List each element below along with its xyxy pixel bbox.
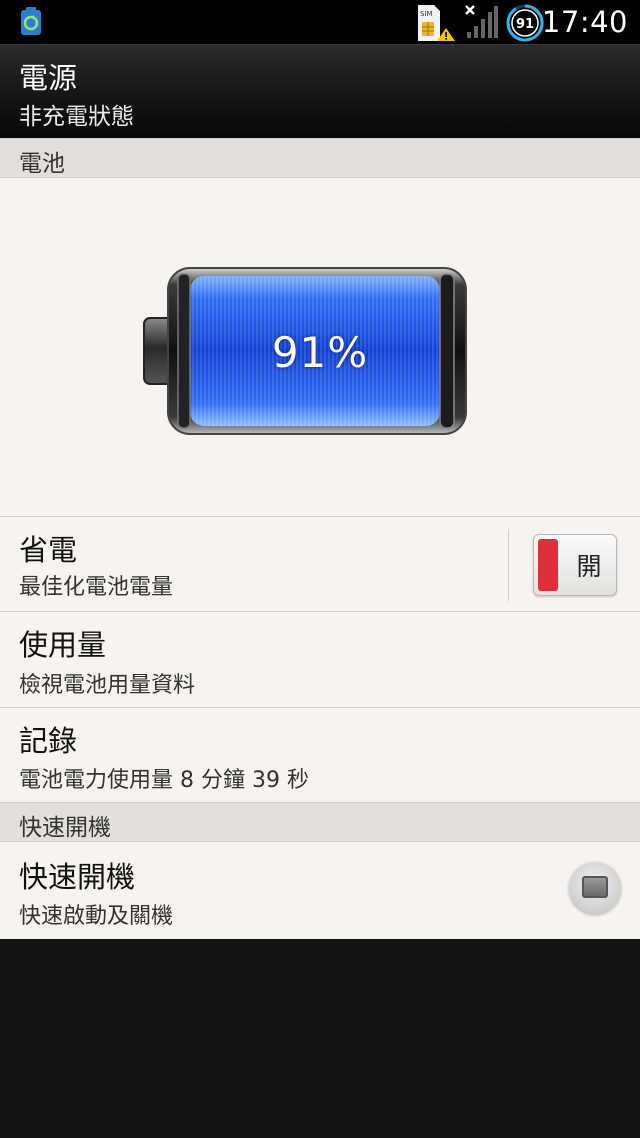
- battery-level-icon: 91: [506, 4, 544, 42]
- action-bar: 電源 非充電狀態: [0, 44, 640, 139]
- section-header-battery-label: 電池: [19, 151, 65, 177]
- fast-boot-row[interactable]: 快速開機 快速啟動及關機: [0, 842, 640, 939]
- history-row[interactable]: 記錄 電池電力使用量 8 分鐘 39 秒: [0, 707, 640, 802]
- usage-row[interactable]: 使用量 檢視電池用量資料: [0, 611, 640, 707]
- power-saver-row[interactable]: 省電 最佳化電池電量 開: [0, 516, 640, 611]
- checkbox-unchecked-icon: [582, 876, 608, 898]
- power-saver-toggle[interactable]: 開: [533, 534, 617, 596]
- battery-app-icon: [21, 7, 41, 35]
- power-saver-summary: 最佳化電池電量: [19, 575, 174, 600]
- fast-boot-title: 快速開機: [19, 860, 136, 894]
- toggle-label: 開: [576, 552, 602, 581]
- section-header-battery: 電池: [0, 138, 640, 178]
- fast-boot-summary: 快速啟動及關機: [19, 904, 174, 929]
- sim-warning-icon: SIM: [418, 5, 455, 41]
- fast-boot-checkbox[interactable]: [569, 862, 621, 914]
- status-clock: 17:40: [541, 5, 628, 39]
- battery-badge-text: 91: [516, 17, 534, 32]
- divider: [508, 529, 509, 601]
- usage-summary: 檢視電池用量資料: [19, 673, 196, 698]
- history-title: 記錄: [19, 724, 78, 758]
- status-bar: SIM 91 17:40: [0, 0, 640, 44]
- battery-graphic-area: 91%: [0, 178, 640, 516]
- toggle-on-indicator: [538, 539, 558, 591]
- section-header-fast-boot: 快速開機: [0, 802, 640, 842]
- section-header-fast-boot-label: 快速開機: [19, 815, 111, 841]
- page-subtitle: 非充電狀態: [19, 104, 134, 130]
- power-saver-title: 省電: [19, 533, 78, 567]
- battery-percent-text: 91%: [271, 328, 369, 377]
- usage-title: 使用量: [19, 628, 107, 662]
- sim-label: SIM: [420, 10, 433, 18]
- settings-list: 電池 91% 省電 最佳化電池電量 開 使用量 檢視電池用量資料 記錄 電池電力…: [0, 138, 640, 939]
- signal-no-service-icon: [465, 5, 498, 38]
- page-title: 電源: [19, 61, 78, 95]
- history-summary: 電池電力使用量 8 分鐘 39 秒: [19, 768, 309, 793]
